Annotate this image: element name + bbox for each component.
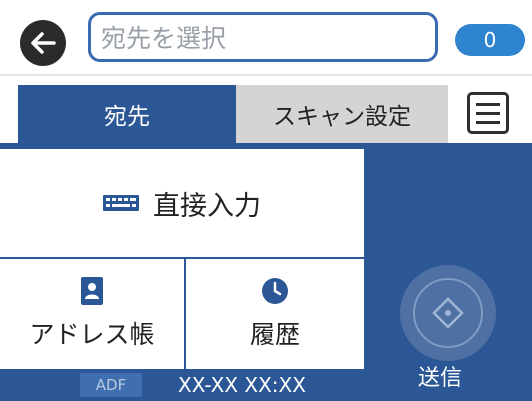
history-button[interactable]: 履歴	[186, 259, 364, 369]
tab-scan-settings[interactable]: スキャン設定	[236, 85, 448, 143]
adf-badge: ADF	[80, 373, 142, 397]
direct-input-button[interactable]: 直接入力	[0, 149, 364, 257]
tab-destination-label: 宛先	[104, 104, 150, 130]
clock-icon	[262, 278, 288, 304]
recipient-field[interactable]: 宛先を選択	[88, 12, 438, 62]
header-divider	[0, 74, 532, 76]
keyboard-icon	[103, 195, 139, 211]
selected-count: 0	[483, 28, 497, 52]
send-label: 送信	[418, 366, 463, 391]
direct-input-label: 直接入力	[153, 190, 261, 222]
datetime-display: XX-XX XX:XX	[178, 373, 306, 397]
recipient-placeholder: 宛先を選択	[101, 24, 227, 53]
start-diamond-icon	[432, 297, 464, 329]
destination-panel: 直接入力 アドレス帳 履歴	[0, 143, 532, 369]
tab-scan-settings-label: スキャン設定	[273, 104, 411, 130]
address-book-icon	[81, 277, 103, 305]
send-start-button[interactable]	[400, 265, 496, 361]
hamburger-menu-icon	[476, 100, 500, 127]
address-book-label: アドレス帳	[29, 320, 155, 349]
adf-badge-label: ADF	[95, 376, 127, 394]
address-book-button[interactable]: アドレス帳	[0, 259, 184, 369]
selected-count-badge[interactable]: 0	[455, 24, 525, 56]
send-button-ring	[413, 278, 483, 348]
arrow-left-icon	[31, 32, 56, 54]
menu-button[interactable]	[467, 92, 509, 134]
history-label: 履歴	[249, 320, 300, 349]
back-button[interactable]	[20, 20, 66, 66]
tab-destination[interactable]: 宛先	[18, 85, 236, 143]
